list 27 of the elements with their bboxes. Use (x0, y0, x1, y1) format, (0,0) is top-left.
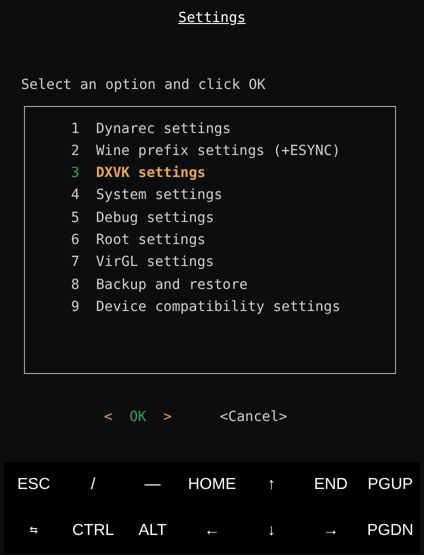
key-button[interactable]: HOME (188, 474, 236, 496)
key-button[interactable]: / (90, 474, 96, 496)
key-button[interactable]: ← (204, 520, 220, 542)
menu-item[interactable]: 3 DXVK settings (71, 162, 395, 184)
menu-item[interactable]: 5 Debug settings (71, 206, 395, 230)
key-button[interactable]: CTRL (72, 520, 114, 542)
key-button[interactable]: END (314, 474, 348, 496)
dialog-button[interactable]: < OK > (104, 406, 172, 428)
menu-item[interactable]: 4 System settings (71, 184, 395, 207)
menu-item[interactable]: 6 Root settings (71, 229, 395, 252)
prompt-text: Select an option and click OK (21, 77, 266, 94)
key-button[interactable]: ALT (138, 520, 167, 542)
menu-item[interactable]: 2 Wine prefix settings (+ESYNC) (71, 140, 395, 162)
dialog-title: Settings (178, 9, 246, 28)
key-button[interactable]: ↓ (267, 520, 276, 542)
menu-item[interactable]: 9 Device compatibility settings (71, 296, 395, 318)
dialog-button[interactable]: <Cancel> (220, 406, 288, 428)
menu-item[interactable]: 1 Dynarec settings (71, 118, 395, 140)
key-button[interactable]: ESC (17, 474, 50, 496)
menu-item[interactable]: 8 Backup and restore (71, 274, 395, 296)
key-button[interactable]: ↑ (267, 474, 276, 496)
key-button[interactable]: — (144, 474, 161, 496)
key-button[interactable]: PGDN (367, 520, 414, 542)
key-button[interactable]: ⇆ (30, 520, 38, 542)
key-button[interactable]: → (322, 520, 339, 542)
key-button[interactable]: PGUP (368, 474, 413, 496)
menu-item[interactable]: 7 VirGL settings (71, 251, 395, 274)
